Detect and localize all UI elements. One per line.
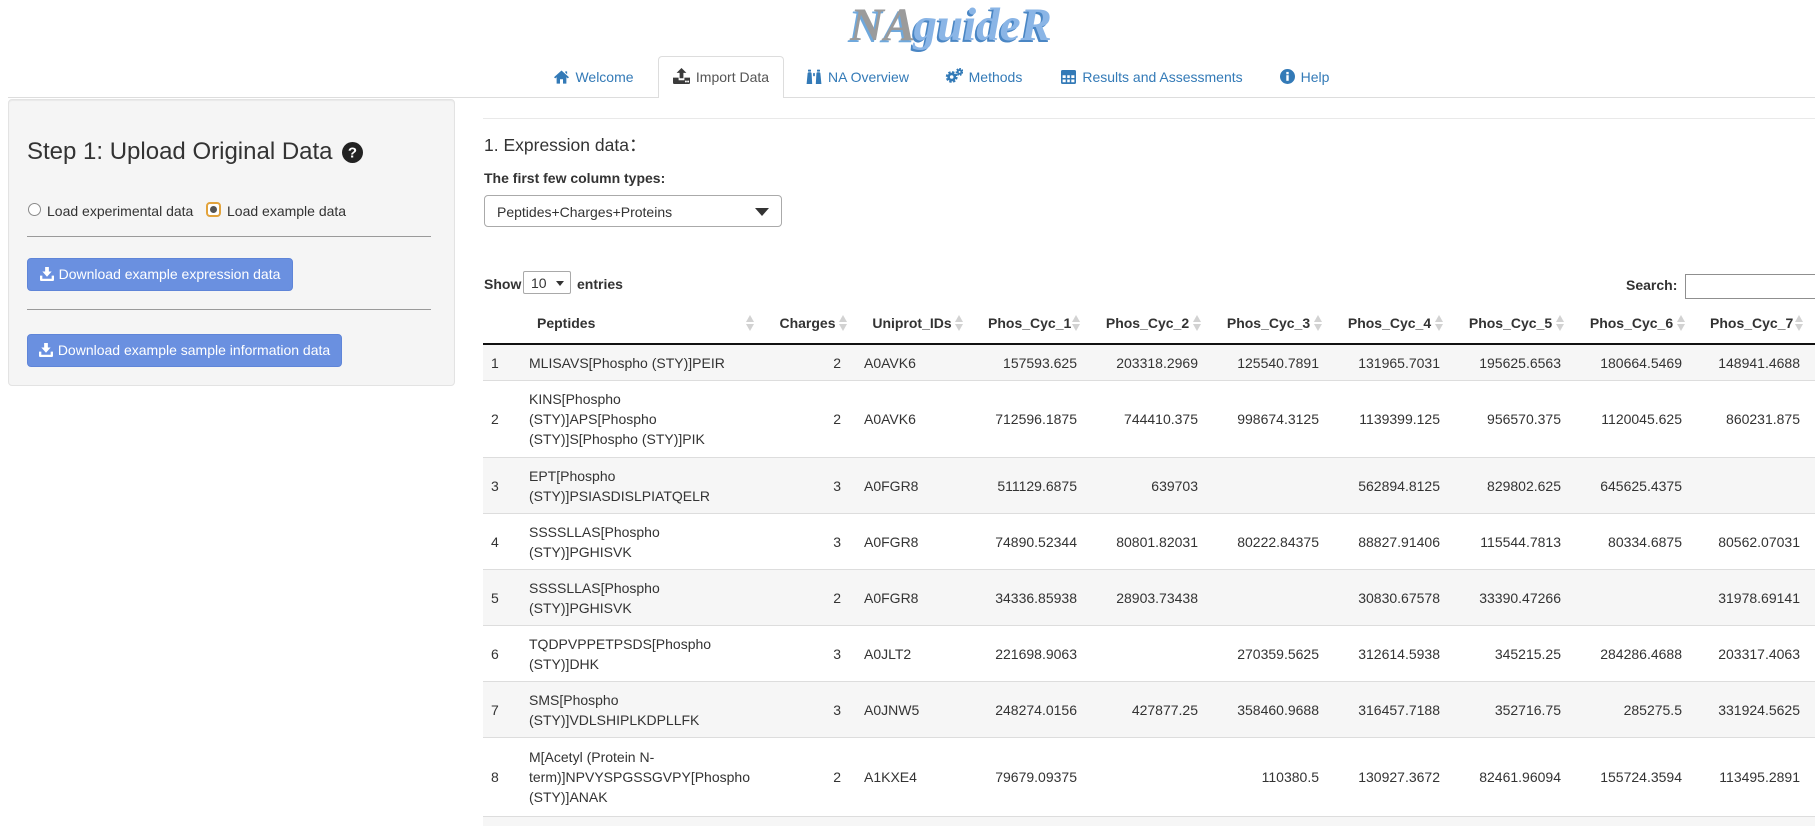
svg-text:?: ? bbox=[348, 145, 357, 162]
svg-text:NA: NA bbox=[849, 0, 915, 51]
svg-text:guideR: guideR bbox=[913, 0, 1052, 51]
